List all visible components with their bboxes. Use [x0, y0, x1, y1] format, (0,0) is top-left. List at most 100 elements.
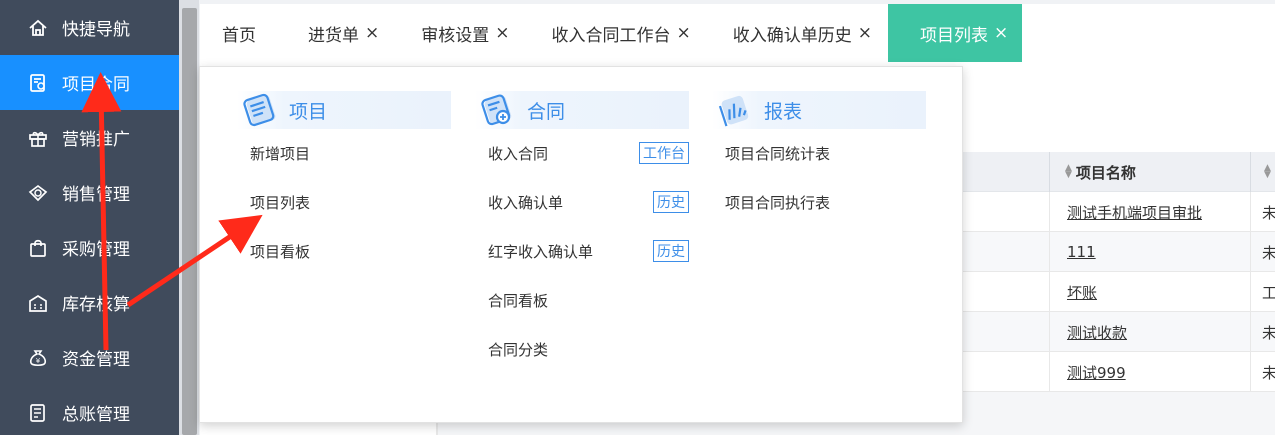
close-icon[interactable]: × — [495, 23, 509, 43]
sort-icon[interactable]: ▲ ▼ — [1065, 164, 1072, 180]
ledger-icon — [28, 403, 48, 423]
menu-column-header: 项目 — [237, 91, 451, 129]
bag-icon — [28, 238, 48, 258]
project-list-icon — [239, 91, 285, 129]
menu-item-project-list[interactable]: 项目列表 — [237, 178, 451, 227]
close-icon[interactable]: × — [858, 23, 872, 43]
nav-item-label: 采购管理 — [62, 240, 130, 260]
project-name-link[interactable]: 测试收款 — [1067, 312, 1127, 352]
column-divider — [1250, 152, 1251, 192]
menu-item-red-revenue-confirmation[interactable]: 红字收入确认单 历史 — [475, 227, 689, 276]
menu-column-header: 报表 — [712, 91, 926, 129]
column-header-label: 项目名称 — [1075, 163, 1136, 182]
nav-item-funds[interactable]: ¥ 资金管理 — [0, 330, 179, 385]
tab-label: 首页 — [222, 25, 256, 46]
nav-item-label: 总账管理 — [62, 405, 130, 425]
status-cell: 未 — [1262, 323, 1275, 342]
menu-item-label: 合同看板 — [488, 292, 549, 310]
tab-audit-settings[interactable]: 审核设置 × — [395, 4, 525, 62]
nav-item-purchase[interactable]: 采购管理 — [0, 220, 179, 275]
menu-item-label: 收入确认单 — [488, 194, 564, 212]
menu-item-contract-board[interactable]: 合同看板 — [475, 276, 689, 325]
nav-item-label: 营销推广 — [62, 130, 130, 150]
sidebar-scrollbar-thumb[interactable] — [182, 8, 197, 435]
nav-item-project-contract[interactable]: 项目合同 — [0, 55, 179, 110]
status-cell: 未 — [1262, 203, 1275, 222]
tab-label: 审核设置 — [421, 25, 490, 46]
svg-text:¥: ¥ — [36, 357, 41, 365]
menu-item-label: 红字收入确认单 — [488, 243, 594, 261]
column-header-next[interactable]: ▲ ▼ — [1264, 152, 1275, 192]
nav-item-ledger[interactable]: 总账管理 — [0, 385, 179, 435]
menu-item-label: 项目列表 — [250, 194, 311, 212]
nav-item-sales[interactable]: 销售管理 — [0, 165, 179, 220]
menu-column-title: 报表 — [764, 100, 803, 123]
project-name-link[interactable]: 111 — [1067, 232, 1096, 272]
column-divider — [1049, 152, 1050, 192]
close-icon[interactable]: × — [365, 23, 379, 43]
close-icon[interactable]: × — [677, 23, 691, 43]
workbench-badge[interactable]: 工作台 — [639, 142, 689, 164]
history-badge[interactable]: 历史 — [653, 191, 689, 213]
status-cell: 工 — [1262, 283, 1275, 302]
column-divider — [1250, 192, 1251, 392]
warehouse-icon — [28, 293, 48, 313]
tab-label: 收入合同工作台 — [551, 25, 671, 46]
menu-column-report: 报表 项目合同统计表 项目合同执行表 — [712, 91, 926, 227]
close-icon[interactable]: × — [994, 23, 1008, 43]
project-name-link[interactable]: 坏账 — [1067, 272, 1097, 312]
nav-item-label: 销售管理 — [62, 185, 130, 205]
sidebar: 快捷导航 项目合同 营销推广 销售管理 采购管理 库存核算 ¥ 资金管理 总账管… — [0, 0, 179, 435]
menu-column-title: 项目 — [289, 100, 328, 123]
tab-revenue-confirmation-history[interactable]: 收入确认单历史 × — [707, 4, 888, 62]
moneybag-icon: ¥ — [28, 348, 48, 368]
status-cell: 未 — [1262, 363, 1275, 382]
menu-item-project-board[interactable]: 项目看板 — [237, 227, 451, 276]
tab-revenue-contract-workbench[interactable]: 收入合同工作台 × — [526, 4, 707, 62]
tab-label: 项目列表 — [920, 25, 988, 46]
tab-label: 进货单 — [308, 25, 359, 46]
menu-column-contract: 合同 收入合同 工作台 收入确认单 历史 红字收入确认单 历史 合同看板 合同分… — [475, 91, 689, 374]
menu-item-revenue-confirmation[interactable]: 收入确认单 历史 — [475, 178, 689, 227]
nav-item-inventory[interactable]: 库存核算 — [0, 275, 179, 330]
column-header-project-name[interactable]: ▲ ▼ 项目名称 — [1065, 152, 1136, 192]
tab-home[interactable]: 首页 — [200, 4, 278, 62]
contract-icon — [28, 73, 48, 93]
menu-column-project: 项目 新增项目 项目列表 项目看板 — [237, 91, 451, 276]
menu-item-new-project[interactable]: 新增项目 — [237, 129, 451, 178]
menu-item-label: 项目看板 — [250, 243, 311, 261]
project-name-link[interactable]: 测试999 — [1067, 352, 1126, 392]
menu-column-title: 合同 — [527, 100, 566, 123]
nav-item-marketing[interactable]: 营销推广 — [0, 110, 179, 165]
gift-icon — [28, 128, 48, 148]
status-cell: 未 — [1262, 243, 1275, 262]
menu-item-label: 合同分类 — [488, 341, 549, 359]
nav-item-quick-nav[interactable]: 快捷导航 — [0, 0, 179, 55]
nav-item-label: 资金管理 — [62, 350, 130, 370]
menu-item-label: 项目合同执行表 — [725, 194, 831, 212]
menu-item-project-contract-execution[interactable]: 项目合同执行表 — [712, 178, 926, 227]
tab-label: 收入确认单历史 — [732, 25, 852, 46]
menu-item-revenue-contract[interactable]: 收入合同 工作台 — [475, 129, 689, 178]
sales-icon — [28, 183, 48, 203]
report-chart-icon — [714, 91, 760, 129]
menu-item-label: 收入合同 — [488, 145, 549, 163]
project-contract-menu: 项目 新增项目 项目列表 项目看板 合同 收入合同 工作台 收入确认单 历史 红… — [199, 66, 963, 423]
menu-item-project-contract-stats[interactable]: 项目合同统计表 — [712, 129, 926, 178]
nav-item-label: 库存核算 — [62, 295, 130, 315]
tab-purchase-order[interactable]: 进货单 × — [278, 4, 395, 62]
sort-icon[interactable]: ▲ ▼ — [1264, 164, 1271, 180]
column-divider — [1049, 192, 1050, 392]
menu-item-contract-category[interactable]: 合同分类 — [475, 325, 689, 374]
history-badge[interactable]: 历史 — [653, 240, 689, 262]
menu-column-header: 合同 — [475, 91, 689, 129]
project-name-link[interactable]: 测试手机端项目审批 — [1067, 192, 1202, 232]
contract-stack-icon — [477, 91, 523, 129]
nav-item-label: 项目合同 — [62, 75, 130, 95]
nav-item-label: 快捷导航 — [62, 20, 130, 40]
home-icon — [28, 18, 48, 38]
tab-project-list[interactable]: 项目列表 × — [888, 4, 1023, 62]
menu-item-label: 项目合同统计表 — [725, 145, 831, 163]
tab-bar: 首页 进货单 × 审核设置 × 收入合同工作台 × 收入确认单历史 × 项目列表… — [200, 0, 1275, 62]
menu-item-label: 新增项目 — [250, 145, 311, 163]
